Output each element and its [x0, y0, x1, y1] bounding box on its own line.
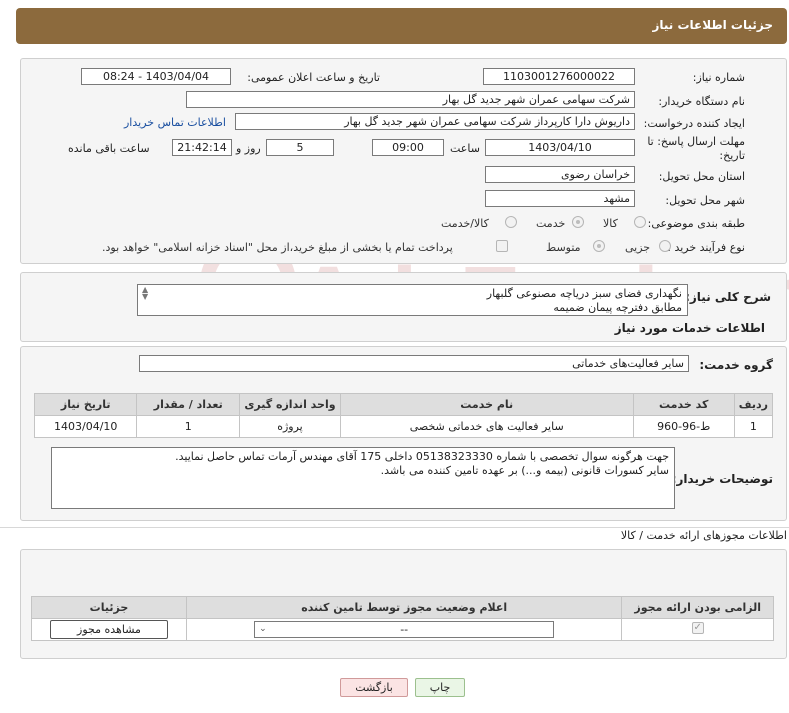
category-goods-service-label: کالا/خدمت [441, 217, 489, 230]
process-minor-radio[interactable] [659, 240, 671, 252]
treasury-payment-note: پرداخت تمام یا بخشی از مبلغ خرید،از محل … [102, 241, 453, 254]
col-service-name: نام خدمت [339, 393, 634, 416]
deadline-label: مهلت ارسال پاسخ: تا تاریخ: [647, 135, 745, 162]
view-permit-button[interactable]: مشاهده مجوز [49, 620, 168, 639]
deadline-time-field: 09:00 [372, 139, 444, 156]
buyer-contact-link[interactable]: اطلاعات تماس خریدار [124, 116, 226, 129]
section-divider [0, 527, 789, 528]
buyer-notes-label: توضیحات خریدار: [671, 472, 773, 486]
summary-label: شرح کلی نیاز: [685, 290, 771, 304]
category-label: طبقه بندی موضوعی: [647, 217, 745, 230]
cell-row-number: 1 [733, 415, 774, 438]
permit-required-checkbox[interactable]: ✓ [691, 622, 704, 634]
col-permit-status: اعلام وضعیت مجوز توسط تامین کننده [185, 596, 623, 619]
category-goods-service-radio[interactable] [505, 216, 517, 228]
service-group-label: گروه خدمت: [699, 358, 773, 372]
deadline-date-field: 1403/04/10 [485, 139, 635, 156]
buyer-org-label: نام دستگاه خریدار: [658, 95, 745, 108]
cell-unit: پروژه [239, 415, 341, 438]
col-quantity: تعداد / مقدار [136, 393, 241, 416]
permits-table-header: الزامی بودن ارائه مجوز اعلام وضعیت مجوز … [31, 596, 774, 619]
treasury-payment-checkbox[interactable] [496, 240, 508, 252]
col-unit: واحد اندازه گیری [239, 393, 341, 416]
need-number-field: 1103001276000022 [483, 68, 635, 85]
cell-permit-status: -- ⌄ [185, 618, 623, 641]
back-button[interactable]: بازگشت [340, 678, 408, 697]
cell-service-name: سایر فعالیت های خدماتی شخصی [339, 415, 634, 438]
permit-status-value: -- [400, 623, 409, 636]
page-title: جزئیات اطلاعات نیاز [652, 18, 773, 32]
process-label: نوع فرآیند خرید : [667, 241, 745, 254]
summary-textarea[interactable]: نگهداری فضای سبز دریاچه مصنوعی گلبهار مط… [137, 284, 688, 316]
province-label: استان محل تحویل: [658, 170, 745, 183]
category-goods-radio[interactable] [634, 216, 646, 228]
city-field: مشهد [485, 190, 635, 207]
deadline-time-label: ساعت [450, 142, 480, 155]
permit-status-select[interactable]: -- ⌄ [254, 621, 555, 638]
need-number-label: شماره نیاز: [692, 71, 745, 84]
cell-service-code: ط-96-960 [632, 415, 735, 438]
scroll-up-icon[interactable]: ▲ ▼ [142, 286, 148, 301]
print-button[interactable]: چاپ [415, 678, 465, 697]
buyer-org-field: شرکت سهامی عمران شهر جدید گل بهار [186, 91, 635, 108]
days-field: 5 [266, 139, 334, 156]
table-row: 1 ط-96-960 سایر فعالیت های خدماتی شخصی پ… [33, 415, 774, 438]
cell-permit-details: مشاهده مجوز [31, 618, 187, 641]
col-service-code: کد خدمت [632, 393, 735, 416]
chevron-down-icon: ⌄ [259, 624, 267, 634]
category-service-radio[interactable] [572, 216, 584, 228]
col-permit-details: جزئیات [31, 596, 187, 619]
buyer-notes-textarea[interactable]: جهت هرگونه سوال تخصصی با شماره 051383233… [51, 447, 675, 509]
table-row: ✓ -- ⌄ مشاهده مجوز [31, 618, 774, 641]
services-table: ردیف کد خدمت نام خدمت واحد اندازه گیری ت… [33, 393, 774, 438]
process-minor-label: جزیی [625, 241, 651, 254]
province-field: خراسان رضوی [485, 166, 635, 183]
service-group-field: سایر فعالیت‌های خدماتی [139, 355, 689, 372]
col-permit-required: الزامی بودن ارائه مجوز [621, 596, 774, 619]
cell-permit-required: ✓ [621, 618, 774, 641]
remaining-label: ساعت باقی مانده [68, 142, 150, 155]
days-label: روز و [236, 142, 261, 155]
col-need-date: تاریخ نیاز [33, 393, 138, 416]
cell-quantity: 1 [136, 415, 241, 438]
announce-datetime-field: 1403/04/04 - 08:24 [81, 68, 231, 85]
category-goods-label: کالا [603, 217, 618, 230]
process-medium-label: متوسط [546, 241, 581, 254]
announce-label: تاریخ و ساعت اعلان عمومی: [247, 71, 380, 84]
city-label: شهر محل تحویل: [665, 194, 745, 207]
process-medium-radio[interactable] [593, 240, 605, 252]
category-service-label: خدمت [536, 217, 566, 230]
creator-label: ایجاد کننده درخواست: [643, 117, 745, 130]
services-table-header: ردیف کد خدمت نام خدمت واحد اندازه گیری ت… [33, 393, 774, 416]
col-row-number: ردیف [733, 393, 774, 416]
creator-field: داریوش دارا کارپرداز شرکت سهامی عمران شه… [235, 113, 635, 130]
permits-section-title: اطلاعات مجوزهای ارائه خدمت / کالا [620, 529, 787, 542]
permits-table: الزامی بودن ارائه مجوز اعلام وضعیت مجوز … [31, 596, 774, 641]
page-header: جزئیات اطلاعات نیاز [16, 8, 787, 44]
remaining-time-field: 21:42:14 [172, 139, 232, 156]
services-section-title: اطلاعات خدمات مورد نیاز [614, 321, 765, 335]
cell-need-date: 1403/04/10 [33, 415, 138, 438]
